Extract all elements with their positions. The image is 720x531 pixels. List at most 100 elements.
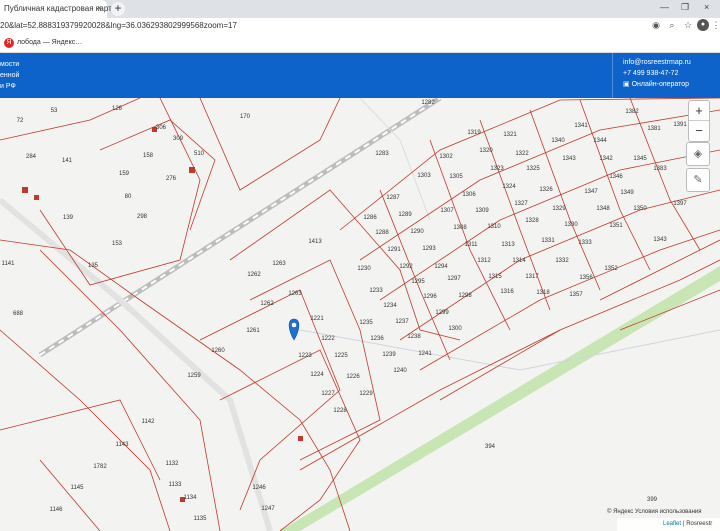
parcel-number-label: 1289 — [398, 212, 412, 218]
parcel-number-label: 1229 — [359, 391, 373, 397]
menu-dots-icon[interactable]: ⋮ — [710, 19, 720, 31]
zoom-in-button[interactable]: + — [689, 101, 709, 121]
parcel-number-label: 1383 — [653, 166, 667, 172]
parcel-number-label: 510 — [194, 151, 205, 157]
parcel-number-label: 1146 — [50, 507, 64, 513]
parcel-number-label: 1322 — [515, 151, 529, 157]
close-window-button[interactable]: × — [704, 2, 709, 12]
parcel-number-label: 1347 — [584, 189, 598, 195]
maximize-button[interactable]: ❐ — [681, 2, 689, 13]
zoom-icon[interactable]: ⌕ — [666, 19, 678, 31]
parcel-number-label: 135 — [88, 263, 99, 269]
parcel-number-label: 1143 — [116, 442, 130, 448]
contact-email[interactable]: info@rosreestrmap.ru — [623, 59, 691, 66]
parcel-number-label: 1350 — [633, 206, 647, 212]
parcel-number-label: 1233 — [369, 288, 383, 294]
parcel-number-label: 1235 — [359, 320, 373, 326]
parcel-number-label: 1307 — [440, 208, 454, 214]
tab-close-icon[interactable]: × — [97, 3, 102, 13]
parcel-number-label: 1259 — [187, 373, 201, 379]
parcel-number-label: 1329 — [552, 206, 566, 212]
parcel-number-label: 1239 — [382, 352, 396, 358]
header-line: енной — [0, 72, 20, 79]
parcel-number-label: 1320 — [479, 148, 493, 154]
layers-button[interactable]: ◈ — [686, 142, 710, 166]
bookmark-star-icon[interactable]: ☆ — [682, 19, 694, 31]
online-operator-link[interactable]: ▣ Онлайн-оператор — [623, 80, 689, 88]
parcel-number-label: 1342 — [599, 156, 613, 162]
parcel-number-label: 1324 — [502, 184, 516, 190]
parcel-number-label: 284 — [26, 154, 37, 160]
parcel-number-label: 1142 — [142, 419, 156, 425]
parcel-number-label: 1225 — [334, 353, 348, 359]
bookmark-link[interactable]: лобода — Яндекс… — [17, 39, 82, 46]
parcel-number-label: 1287 — [386, 195, 400, 201]
parcel-number-label: 1299 — [435, 310, 449, 316]
chat-label: Онлайн-оператор — [631, 81, 690, 88]
parcel-number-label: 1397 — [673, 201, 687, 207]
parcel-number-label: 141 — [62, 158, 73, 164]
extension-icon[interactable]: ◉ — [650, 19, 662, 31]
profile-avatar[interactable]: ● — [697, 19, 709, 31]
parcel-number-label: 1325 — [526, 166, 540, 172]
url-field[interactable]: 20&lat=52.888319379920028&lng=36.0362938… — [0, 21, 237, 30]
parcel-number-label: 1262 — [260, 301, 274, 307]
parcel-number-label: 1262 — [247, 272, 261, 278]
parcel-number-label: 1310 — [487, 224, 501, 230]
parcel-number-label: 1282 — [421, 100, 435, 106]
parcel-number-label: 139 — [63, 215, 74, 221]
parcel-number-label: 1293 — [422, 246, 436, 252]
new-tab-button[interactable]: + — [111, 2, 125, 16]
parcel-number-label: 1303 — [417, 173, 431, 179]
parcel-number-label: 1246 — [252, 485, 266, 491]
browser-tab[interactable]: Публичная кадастровая карта × — [0, 0, 116, 18]
leaflet-link[interactable]: Leaflet — [663, 521, 681, 527]
parcel-number-label: 1330 — [564, 222, 578, 228]
browser-tab-strip: Публичная кадастровая карта × + — ❐ × — [0, 0, 720, 18]
zoom-out-button[interactable]: − — [689, 121, 709, 141]
parcel-number-label: 1134 — [184, 495, 198, 501]
parcel-number-label: 158 — [143, 153, 154, 159]
header-description: мости енной и РФ — [0, 59, 19, 92]
parcel-number-label: 1236 — [370, 336, 384, 342]
parcel-number-label: 1315 — [488, 274, 502, 280]
parcel-number-label: 1331 — [541, 238, 555, 244]
parcel-number-label: 309 — [173, 136, 184, 142]
parcel-number-label: 1226 — [346, 374, 360, 380]
header-line: мости — [0, 61, 20, 68]
parcel-number-label: 1343 — [562, 156, 576, 162]
yandex-icon: Я — [4, 38, 14, 48]
parcel-number-label: 1234 — [383, 303, 397, 309]
parcel-number-label: 1286 — [363, 215, 377, 221]
parcel-boundaries — [0, 98, 720, 531]
parcel-number-label: 1351 — [609, 223, 623, 229]
parcel-number-label: 1141 — [2, 261, 16, 267]
parcel-number-label: 1298 — [458, 293, 472, 299]
parcel-number-label: 1316 — [500, 289, 514, 295]
map-canvas[interactable]: 1282 170 126 72 53 306 309 510 158 141 284 276 159 80… — [0, 98, 720, 531]
building-marker — [22, 187, 28, 193]
parcel-number-label: 1295 — [411, 279, 425, 285]
building-marker — [189, 167, 195, 173]
parcel-number-label: 1321 — [503, 132, 517, 138]
parcel-number-label: 1313 — [501, 242, 515, 248]
parcel-number-label: 1263 — [288, 291, 302, 297]
parcel-number-label: 1318 — [536, 290, 550, 296]
map-attribution: Leaflet | Rosreestr © Яндекс Условия исп… — [607, 509, 720, 531]
yandex-terms-link[interactable]: © Яндекс Условия использования — [607, 509, 702, 515]
parcel-number-label: 1263 — [272, 261, 286, 267]
parcel-number-label: 1348 — [596, 206, 610, 212]
parcel-number-label: 298 — [137, 214, 148, 220]
cadastral-map[interactable]: 1282 170 126 72 53 306 309 510 158 141 284 276 159 80… — [0, 98, 720, 531]
parcel-number-label: 1296 — [423, 294, 437, 300]
parcel-number-label: 1345 — [633, 156, 647, 162]
parcel-number-label: 1222 — [321, 336, 335, 342]
parcel-number-label: 394 — [485, 444, 496, 450]
parcel-number-label: 170 — [240, 114, 251, 120]
measure-tool-button[interactable]: ✎ — [686, 168, 710, 192]
minimize-button[interactable]: — — [660, 2, 669, 12]
parcel-number-label: 1241 — [418, 351, 432, 357]
location-pin-icon[interactable] — [288, 318, 300, 341]
contact-phone[interactable]: +7 499 938-47-72 — [623, 70, 678, 77]
parcel-number-label: 1135 — [194, 516, 208, 522]
